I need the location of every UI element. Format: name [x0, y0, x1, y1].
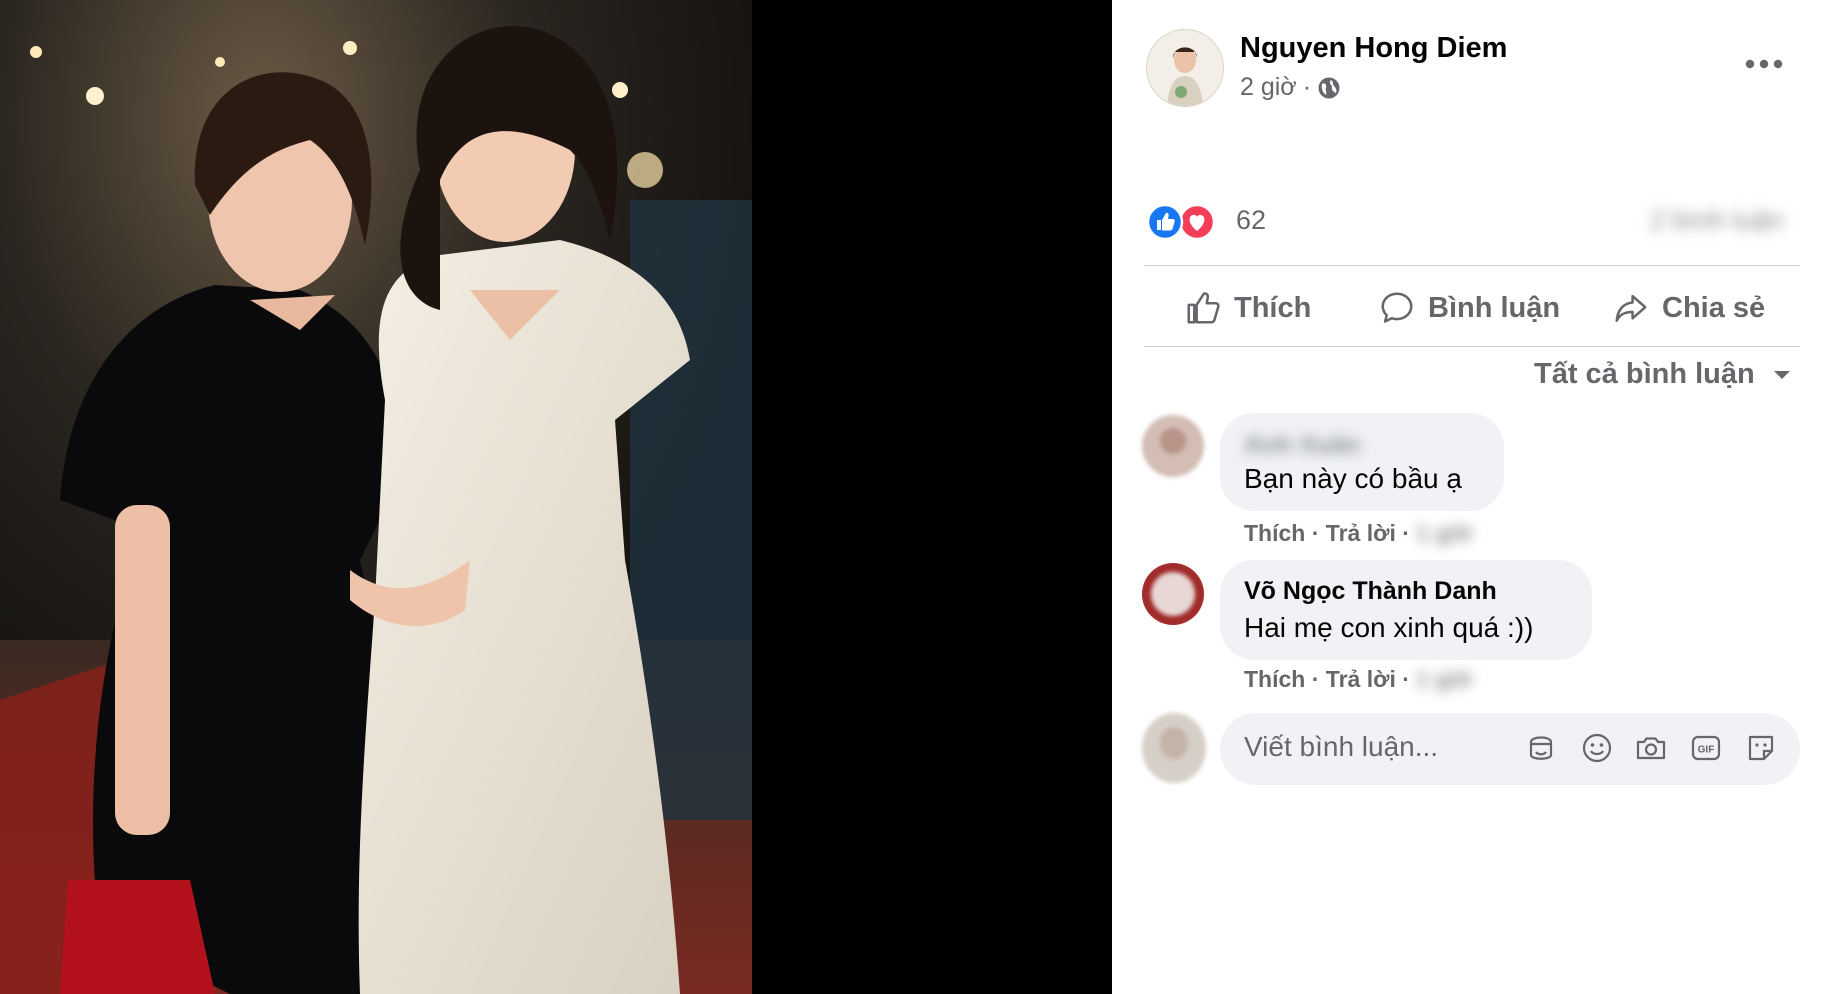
- sticker-icon[interactable]: [1744, 731, 1778, 765]
- meta-separator: ·: [1302, 73, 1312, 101]
- comment-time[interactable]: 1 giờ: [1416, 666, 1472, 692]
- post-author-name[interactable]: Nguyen Hong Diem: [1240, 32, 1507, 65]
- share-arrow-icon: [1615, 294, 1647, 322]
- comment-like-button[interactable]: Thích: [1244, 666, 1305, 692]
- comment-author[interactable]: Võ Ngọc Thành Danh: [1244, 577, 1497, 606]
- comment-filter-dropdown[interactable]: Tất cả bình luận: [1534, 358, 1793, 391]
- post-meta: 2 giờ ·: [1240, 73, 1341, 102]
- emoji-icon[interactable]: [1580, 731, 1614, 765]
- comment-bubble: [1220, 413, 1504, 511]
- post-photo[interactable]: [0, 0, 752, 994]
- comment-time[interactable]: 1 giờ: [1416, 520, 1472, 546]
- comment-like-button[interactable]: Thích: [1244, 520, 1305, 546]
- comment-button-label: Bình luận: [1428, 291, 1561, 324]
- comment-reply-button[interactable]: Trả lời: [1326, 520, 1396, 546]
- comment-avatar[interactable]: [1142, 415, 1204, 477]
- composer-avatar[interactable]: [1142, 713, 1206, 783]
- author-avatar-image: [1147, 30, 1223, 106]
- comment-reply-button[interactable]: Trả lời: [1326, 666, 1396, 692]
- comments-count[interactable]: 2 bình luận: [1650, 205, 1784, 236]
- comment-author[interactable]: Anh Xuân: [1244, 431, 1361, 453]
- comment-filter-label: Tất cả bình luận: [1534, 358, 1755, 390]
- author-avatar[interactable]: [1146, 29, 1224, 107]
- reaction-icons[interactable]: [1146, 203, 1218, 241]
- divider-bottom: [1144, 346, 1800, 347]
- camera-icon[interactable]: [1634, 731, 1668, 765]
- svg-text:GIF: GIF: [1698, 745, 1715, 756]
- like-button-label: Thích: [1234, 291, 1312, 324]
- post-timestamp[interactable]: 2 giờ: [1240, 73, 1297, 102]
- comment-avatar[interactable]: [1142, 563, 1204, 625]
- comment-actions: Thích · Trả lời · 1 giờ: [1244, 666, 1473, 692]
- comment-actions: Thích · Trả lời · 1 giờ: [1244, 520, 1473, 546]
- avatar-sticker-icon[interactable]: [1524, 731, 1558, 765]
- comment-text: Hai mẹ con xinh quá :)): [1244, 612, 1534, 643]
- more-horizontal-icon[interactable]: [1744, 57, 1784, 69]
- chevron-down-icon: [1773, 370, 1790, 379]
- comment-button[interactable]: Bình luận: [1378, 280, 1560, 336]
- like-reaction-icon: [1146, 203, 1184, 241]
- photo-viewer: [0, 0, 1112, 994]
- share-button[interactable]: Chia sẻ: [1612, 280, 1765, 336]
- comment-text: Bạn này có bầu ạ: [1244, 463, 1462, 494]
- share-button-label: Chia sẻ: [1662, 291, 1766, 324]
- post-side-panel: Nguyen Hong Diem 2 giờ · 62 2 bình luận …: [1112, 0, 1826, 994]
- thumb-up-icon: [1187, 292, 1220, 324]
- love-reaction-icon: [1178, 203, 1216, 241]
- comment-bubble-icon: [1381, 292, 1413, 323]
- reaction-count[interactable]: 62: [1236, 205, 1266, 236]
- comment-input-placeholder: Viết bình luận...: [1244, 731, 1439, 762]
- globe-icon[interactable]: [1317, 76, 1341, 100]
- comment-bubble: [1220, 560, 1592, 660]
- gif-icon[interactable]: GIF: [1689, 731, 1723, 765]
- photo-illustration: [0, 0, 752, 994]
- like-button[interactable]: Thích: [1184, 280, 1311, 336]
- divider-top: [1144, 265, 1800, 266]
